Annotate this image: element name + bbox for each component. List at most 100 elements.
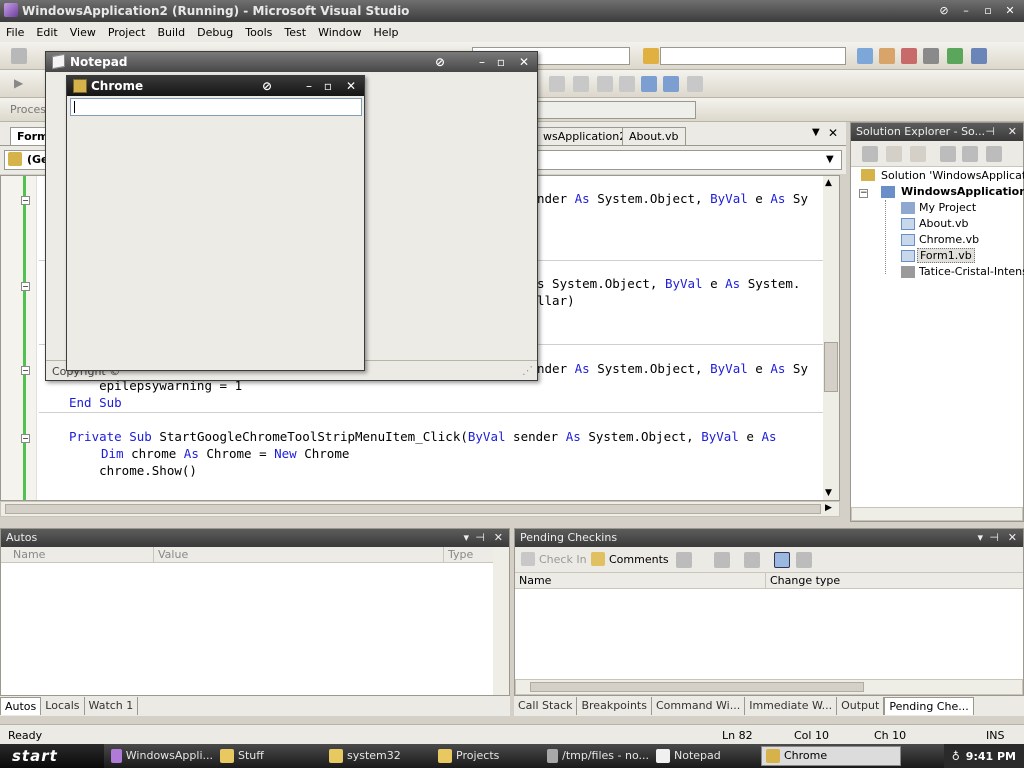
- restore-button[interactable]: ▫: [980, 3, 996, 19]
- taskbar-item-tmp-files[interactable]: /tmp/files - no...: [543, 746, 649, 766]
- pin-icon[interactable]: ⊣: [985, 123, 995, 141]
- comment-icon[interactable]: [597, 76, 613, 92]
- taskbar-item-system32[interactable]: system32: [325, 746, 431, 766]
- taskbar-item-chrome[interactable]: Chrome: [761, 746, 901, 766]
- properties-icon[interactable]: [862, 146, 878, 162]
- scroll-up-icon[interactable]: ▲: [825, 178, 832, 188]
- editor-vertical-scrollbar[interactable]: ▲ ▼: [823, 176, 839, 500]
- collapse-icon[interactable]: −: [21, 434, 30, 443]
- col-type[interactable]: Type: [443, 547, 473, 563]
- collapse-icon[interactable]: −: [859, 189, 868, 198]
- object-browser-icon[interactable]: [901, 48, 917, 64]
- sort-icon[interactable]: [714, 552, 730, 568]
- tree-item-chrome-vb[interactable]: Chrome.vb: [919, 233, 979, 246]
- tab-about-vb[interactable]: About.vb: [622, 127, 686, 145]
- close-button[interactable]: ✕: [519, 52, 529, 72]
- tab-call-stack[interactable]: Call Stack: [514, 697, 578, 715]
- minimize-button[interactable]: –: [306, 76, 312, 96]
- menu-file[interactable]: File: [0, 26, 30, 39]
- pin-icon[interactable]: ⊣: [475, 529, 485, 547]
- tab-locals[interactable]: Locals: [41, 697, 85, 715]
- close-button[interactable]: ✕: [1002, 3, 1018, 19]
- member-combo[interactable]: [534, 150, 842, 170]
- tab-list-icon[interactable]: ▼: [812, 127, 820, 138]
- refresh-icon[interactable]: [744, 552, 760, 568]
- clock[interactable]: 9:41 PM: [966, 750, 1016, 763]
- minimize-button[interactable]: –: [958, 3, 974, 19]
- resize-grip-icon[interactable]: ⋰: [522, 364, 533, 377]
- find-icon[interactable]: [643, 48, 659, 64]
- stack-frame-combo[interactable]: [536, 101, 696, 119]
- solution-explorer-icon[interactable]: [857, 48, 873, 64]
- tab-output[interactable]: Output: [837, 697, 885, 715]
- scroll-right-icon[interactable]: ▶: [825, 503, 832, 513]
- toolbox-icon[interactable]: [923, 48, 939, 64]
- menu-edit[interactable]: Edit: [30, 26, 63, 39]
- tree-item-tatice[interactable]: Tatice-Cristal-Intense: [919, 265, 1024, 278]
- pending-scrollbar[interactable]: [515, 679, 1023, 695]
- tree-item-about-vb[interactable]: About.vb: [919, 217, 969, 230]
- col-name[interactable]: Name: [13, 547, 45, 563]
- tree-item-my-project[interactable]: My Project: [919, 201, 976, 214]
- help-circle-icon[interactable]: ⊘: [435, 52, 445, 72]
- pin-icon[interactable]: ⊣: [989, 529, 999, 547]
- view-code-icon[interactable]: [940, 146, 956, 162]
- dropdown-icon[interactable]: ▾: [977, 529, 983, 547]
- collapse-icon[interactable]: −: [21, 196, 30, 205]
- solution-explorer-scrollbar[interactable]: [851, 507, 1023, 521]
- menu-window[interactable]: Window: [312, 26, 367, 39]
- collapse-icon[interactable]: −: [21, 366, 30, 375]
- editor-horizontal-scrollbar[interactable]: ▶: [0, 501, 840, 517]
- col-change-type[interactable]: Change type: [765, 573, 840, 589]
- close-icon[interactable]: ✕: [1008, 529, 1017, 547]
- menu-project[interactable]: Project: [102, 26, 152, 39]
- tree-project[interactable]: WindowsApplication2: [901, 185, 1024, 198]
- minimize-button[interactable]: –: [479, 52, 485, 72]
- close-button[interactable]: ✕: [346, 76, 356, 96]
- col-value[interactable]: Value: [153, 547, 188, 563]
- help-circle-icon[interactable]: ⊘: [936, 3, 952, 19]
- menu-help[interactable]: Help: [367, 26, 404, 39]
- tab-windowsapplication2[interactable]: wsApplication2: [536, 127, 634, 145]
- menu-build[interactable]: Build: [151, 26, 191, 39]
- scroll-down-icon[interactable]: ▼: [825, 488, 832, 498]
- scroll-thumb[interactable]: [824, 342, 838, 392]
- network-icon[interactable]: ♁: [952, 750, 960, 763]
- start-button[interactable]: start: [0, 744, 104, 768]
- comments-button[interactable]: Comments: [609, 553, 669, 566]
- autos-scrollbar[interactable]: [493, 547, 509, 695]
- tab-breakpoints[interactable]: Breakpoints: [577, 697, 652, 715]
- col-name[interactable]: Name: [519, 573, 551, 589]
- tree-solution[interactable]: Solution 'WindowsApplication2: [881, 169, 1024, 182]
- uncomment-icon[interactable]: [619, 76, 635, 92]
- options-icon[interactable]: [676, 552, 692, 568]
- tree-item-form1-vb[interactable]: Form1.vb: [917, 248, 975, 263]
- tab-autos[interactable]: Autos: [0, 697, 42, 715]
- scroll-thumb[interactable]: [5, 504, 821, 514]
- close-icon[interactable]: ✕: [494, 529, 503, 547]
- class-diagram-icon[interactable]: [986, 146, 1002, 162]
- find-combo[interactable]: [660, 47, 846, 65]
- tab-immediate-window[interactable]: Immediate W...: [745, 697, 838, 715]
- bookmark-clear-icon[interactable]: [687, 76, 703, 92]
- taskbar-item-stuff[interactable]: Stuff: [216, 746, 322, 766]
- command-window-icon[interactable]: [971, 48, 987, 64]
- taskbar-item-projects[interactable]: Projects: [434, 746, 540, 766]
- taskbar-item-visual-studio[interactable]: WindowsAppli...: [107, 746, 213, 766]
- tab-watch-1[interactable]: Watch 1: [85, 697, 139, 715]
- menu-test[interactable]: Test: [278, 26, 312, 39]
- folder-view-icon[interactable]: [796, 552, 812, 568]
- flat-view-icon[interactable]: [774, 552, 790, 568]
- taskbar-item-notepad[interactable]: Notepad: [652, 746, 758, 766]
- tab-command-window[interactable]: Command Wi...: [652, 697, 746, 715]
- view-designer-icon[interactable]: [962, 146, 978, 162]
- close-icon[interactable]: ✕: [1008, 123, 1017, 141]
- indent-icon[interactable]: [573, 76, 589, 92]
- chevron-down-icon[interactable]: ▼: [826, 154, 834, 165]
- tab-pending-checkins[interactable]: Pending Che...: [884, 697, 974, 715]
- refresh-icon[interactable]: [910, 146, 926, 162]
- dropdown-icon[interactable]: ▾: [463, 529, 469, 547]
- maximize-button[interactable]: ▫: [324, 76, 332, 96]
- show-all-files-icon[interactable]: [886, 146, 902, 162]
- menu-tools[interactable]: Tools: [239, 26, 278, 39]
